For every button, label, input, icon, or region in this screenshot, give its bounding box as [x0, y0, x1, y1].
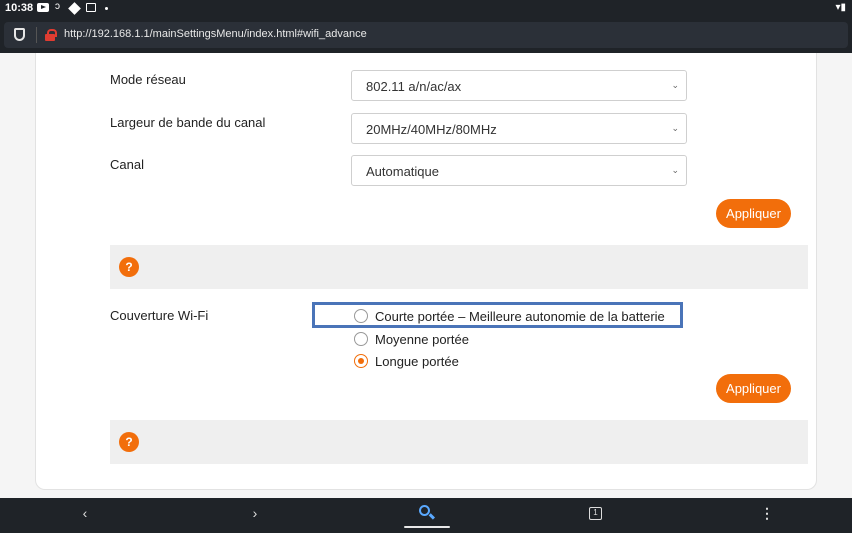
divider — [36, 27, 37, 43]
tabs-icon[interactable]: 1 — [586, 502, 606, 524]
radio-label: Courte portée – Meilleure autonomie de l… — [375, 308, 665, 324]
chevron-down-icon: ⌄ — [671, 165, 679, 175]
back-icon[interactable]: ‹ — [75, 502, 95, 524]
bandwidth-select[interactable]: 20MHz/40MHz/80MHz ⌄ — [351, 113, 687, 144]
url-text[interactable]: http://192.168.1.1/mainSettingsMenu/inde… — [64, 28, 367, 40]
radio-short-range[interactable]: Courte portée – Meilleure autonomie de l… — [354, 307, 665, 325]
insecure-lock-icon[interactable] — [45, 29, 57, 41]
search-icon[interactable] — [416, 502, 436, 524]
address-bar[interactable]: http://192.168.1.1/mainSettingsMenu/inde… — [4, 22, 848, 48]
chevron-down-icon: ⌄ — [671, 123, 679, 133]
bottom-navbar: ‹ › 1 ⋮ — [0, 498, 852, 533]
channel-select-value: Automatique — [366, 164, 439, 179]
radio-button[interactable] — [354, 332, 368, 346]
mode-select-value: 802.11 a/n/ac/ax — [366, 79, 462, 94]
mode-select[interactable]: 802.11 a/n/ac/ax ⌄ — [351, 70, 687, 101]
help-box: ? — [110, 245, 808, 289]
dot-icon — [105, 7, 108, 10]
apply-button-network[interactable]: Appliquer — [716, 199, 791, 228]
coverage-label: Couverture Wi-Fi — [110, 308, 209, 323]
status-bar: 10:38 ↄ ▾▮ — [0, 0, 852, 17]
bandwidth-label: Largeur de bande du canal — [110, 115, 266, 130]
clock: 10:38 — [5, 2, 34, 14]
browser-toolbar: http://192.168.1.1/mainSettingsMenu/inde… — [0, 17, 852, 53]
help-icon[interactable]: ? — [119, 257, 139, 277]
help-box: ? — [110, 420, 808, 464]
chat-icon: ↄ — [55, 1, 60, 12]
tag-icon — [68, 2, 81, 15]
active-indicator — [404, 526, 450, 528]
channel-label: Canal — [110, 157, 144, 172]
image-icon — [86, 3, 96, 12]
channel-select[interactable]: Automatique ⌄ — [351, 155, 687, 186]
radio-button-checked[interactable] — [354, 354, 368, 368]
radio-label: Longue portée — [375, 353, 459, 369]
shield-icon[interactable] — [14, 28, 25, 41]
menu-icon[interactable]: ⋮ — [757, 502, 777, 524]
tabs-count: 1 — [589, 507, 602, 520]
help-icon[interactable]: ? — [119, 432, 139, 452]
signal-wifi-battery-icon: ▾▮ — [835, 2, 846, 13]
mode-label: Mode réseau — [110, 72, 186, 87]
bandwidth-select-value: 20MHz/40MHz/80MHz — [366, 122, 497, 137]
youtube-icon — [37, 3, 49, 12]
radio-long-range[interactable]: Longue portée — [354, 352, 459, 370]
radio-medium-range[interactable]: Moyenne portée — [354, 330, 469, 348]
radio-button[interactable] — [354, 309, 368, 323]
radio-label: Moyenne portée — [375, 331, 469, 347]
forward-icon[interactable]: › — [245, 502, 265, 524]
apply-button-coverage[interactable]: Appliquer — [716, 374, 791, 403]
chevron-down-icon: ⌄ — [671, 80, 679, 90]
